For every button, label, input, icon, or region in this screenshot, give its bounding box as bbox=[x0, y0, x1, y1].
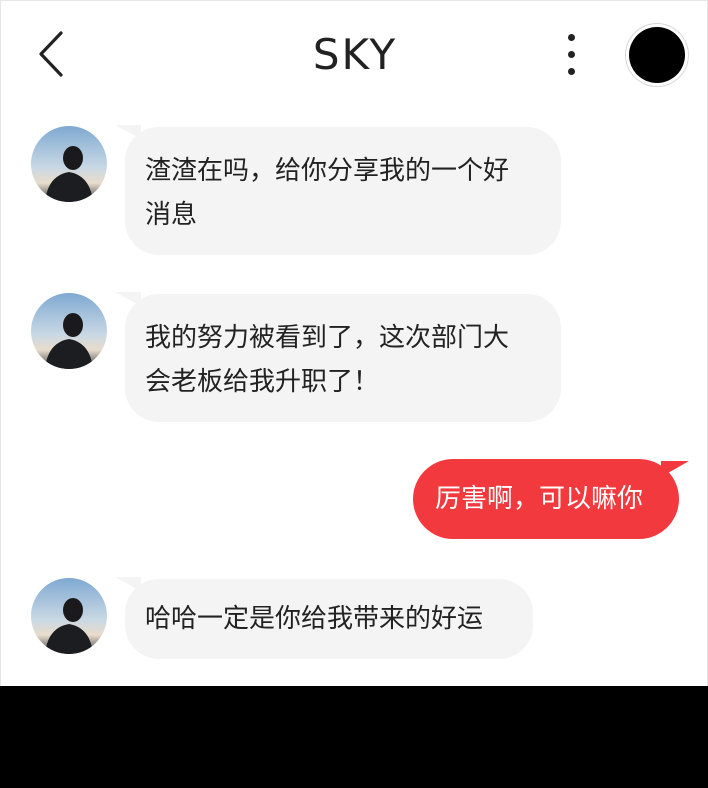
message-bubble[interactable]: 我的努力被看到了，这次部门大 会老板给我升职了！ bbox=[115, 292, 561, 422]
message-bubble[interactable]: 哈哈一定是你给我带来的好运 bbox=[115, 577, 533, 659]
chat-screen: SKY 渣渣在吗，给你分享我的一个好 消息 我的努力被看到了，这次部门大 会老板… bbox=[0, 0, 708, 687]
contact-avatar[interactable] bbox=[31, 293, 107, 369]
more-vertical-icon bbox=[568, 34, 575, 41]
message-bubble[interactable]: 渣渣在吗，给你分享我的一个好 消息 bbox=[115, 125, 561, 255]
message-text: 会老板给我升职了！ bbox=[145, 367, 380, 397]
message-text: 哈哈一定是你给我带来的好运 bbox=[145, 604, 484, 634]
message-bubble[interactable]: 厉害啊，可以嘛你 bbox=[413, 459, 689, 539]
more-vertical-icon bbox=[568, 51, 575, 58]
chat-header: SKY bbox=[1, 1, 708, 109]
chat-title: SKY bbox=[312, 30, 398, 79]
message-text: 消息 bbox=[145, 200, 198, 230]
message-text: 渣渣在吗，给你分享我的一个好 bbox=[145, 156, 510, 186]
message-text: 厉害啊，可以嘛你 bbox=[435, 484, 644, 514]
bottom-bar bbox=[0, 686, 708, 788]
more-options-button[interactable] bbox=[557, 29, 587, 81]
contact-avatar[interactable] bbox=[31, 578, 107, 654]
message-text: 我的努力被看到了，这次部门大 bbox=[145, 323, 510, 353]
contact-avatar[interactable] bbox=[31, 126, 107, 202]
profile-avatar[interactable] bbox=[629, 27, 685, 83]
more-vertical-icon bbox=[568, 68, 575, 75]
